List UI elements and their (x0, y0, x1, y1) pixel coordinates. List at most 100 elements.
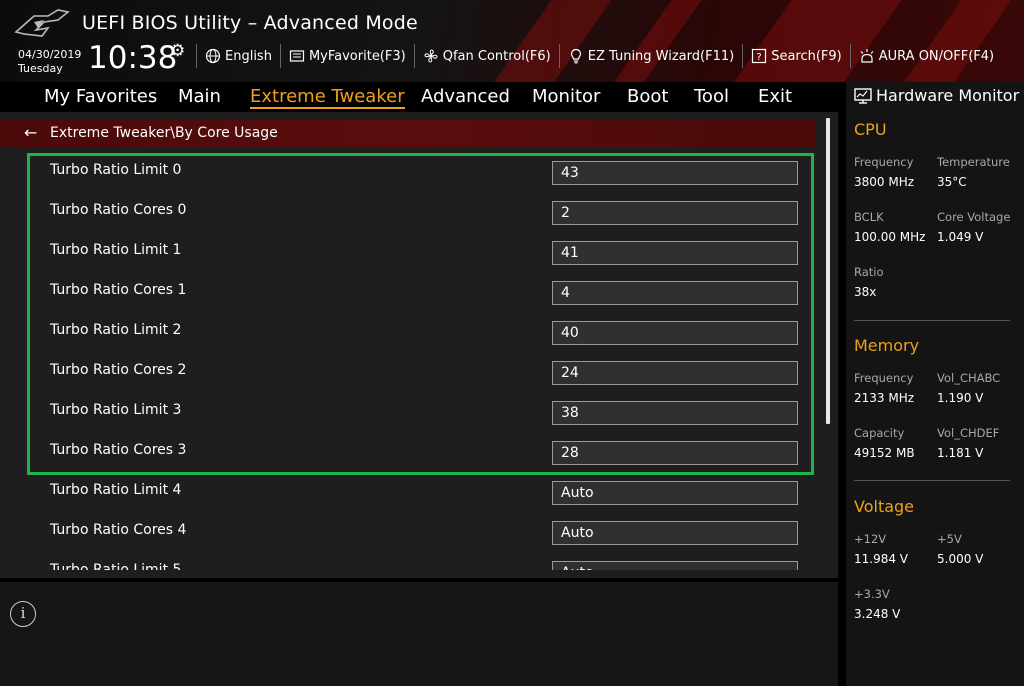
setting-row[interactable]: Turbo Ratio Cores 4 Auto (0, 512, 838, 552)
tab-exit[interactable]: Exit (758, 86, 792, 107)
voltage-12v-value: 11.984 V (854, 552, 909, 566)
aura-label: AURA ON/OFF(F4) (878, 48, 995, 64)
setting-row[interactable]: Turbo Ratio Limit 1 41 (0, 232, 838, 272)
setting-value-field[interactable]: Auto (552, 481, 798, 505)
cpu-ratio-value: 38x (854, 285, 877, 299)
setting-value-field[interactable]: 2 (552, 201, 798, 225)
settings-list: Turbo Ratio Limit 0 43 Turbo Ratio Cores… (0, 152, 838, 570)
setting-label: Turbo Ratio Limit 4 (50, 482, 182, 498)
lightbulb-icon (568, 48, 584, 64)
memory-vol-chabc-value: 1.190 V (937, 391, 984, 405)
tab-extreme-tweaker[interactable]: Extreme Tweaker (250, 86, 405, 109)
cpu-frequency-value: 3800 MHz (854, 175, 915, 189)
tab-monitor[interactable]: Monitor (532, 86, 600, 107)
voltage-3v3-label: +3.3V (854, 587, 890, 601)
memory-vol-chdef-label: Vol_CHDEF (937, 426, 1000, 440)
setting-row[interactable]: Turbo Ratio Cores 1 4 (0, 272, 838, 312)
header-bar: UEFI BIOS Utility – Advanced Mode 04/30/… (0, 0, 1024, 82)
setting-row[interactable]: Turbo Ratio Cores 0 2 (0, 192, 838, 232)
hardware-monitor-title: Hardware Monitor (854, 86, 1019, 105)
cpu-temperature-value: 35°C (937, 175, 967, 189)
monitor-icon (854, 87, 872, 104)
setting-label: Turbo Ratio Limit 5 (50, 562, 182, 570)
help-panel: i (0, 578, 838, 686)
memory-heading: Memory (854, 336, 920, 355)
date-display: 04/30/2019 Tuesday (18, 48, 81, 76)
cpu-ratio-label: Ratio (854, 265, 884, 279)
cpu-bclk-label: BCLK (854, 210, 884, 224)
header-toolbar: English MyFavorite(F3) Qfan Control(F6) … (196, 44, 1002, 68)
setting-row[interactable]: Turbo Ratio Limit 2 40 (0, 312, 838, 352)
info-icon: i (10, 601, 36, 627)
date-text: 04/30/2019 (18, 48, 82, 61)
tab-main[interactable]: Main (178, 86, 221, 107)
app-title: UEFI BIOS Utility – Advanced Mode (82, 12, 418, 34)
voltage-12v-label: +12V (854, 532, 887, 546)
memory-vol-chdef-value: 1.181 V (937, 446, 984, 460)
setting-value-field[interactable]: 43 (552, 161, 798, 185)
language-label: English (225, 48, 272, 64)
cpu-core-voltage-value: 1.049 V (937, 230, 984, 244)
tab-boot[interactable]: Boot (627, 86, 668, 107)
setting-row[interactable]: Turbo Ratio Limit 0 43 (0, 152, 838, 192)
setting-label: Turbo Ratio Cores 0 (50, 202, 187, 218)
voltage-5v-value: 5.000 V (937, 552, 984, 566)
setting-row[interactable]: Turbo Ratio Cores 2 24 (0, 352, 838, 392)
search-button[interactable]: ? Search(F9) (742, 44, 850, 68)
breadcrumb: Extreme Tweaker\By Core Usage (50, 125, 278, 141)
main-nav: My Favorites Main Extreme Tweaker Advanc… (0, 82, 838, 112)
globe-icon (205, 48, 221, 64)
cpu-bclk-value: 100.00 MHz (854, 230, 926, 244)
rog-logo-icon (14, 9, 70, 37)
settings-panel: ← Extreme Tweaker\By Core Usage Turbo Ra… (0, 112, 838, 578)
setting-value-field[interactable]: 24 (552, 361, 798, 385)
setting-value-field[interactable]: 41 (552, 241, 798, 265)
ez-tuning-wizard-button[interactable]: EZ Tuning Wizard(F11) (558, 44, 742, 68)
setting-value-field[interactable]: 4 (552, 281, 798, 305)
tab-advanced[interactable]: Advanced (421, 86, 510, 107)
tab-tool[interactable]: Tool (694, 86, 729, 107)
aura-light-icon (859, 48, 875, 64)
setting-value-field[interactable]: Auto (552, 561, 798, 570)
setting-row[interactable]: Turbo Ratio Cores 3 28 (0, 432, 838, 472)
setting-label: Turbo Ratio Cores 1 (50, 282, 187, 298)
setting-label: Turbo Ratio Limit 1 (50, 242, 182, 258)
voltage-heading: Voltage (854, 497, 915, 516)
setting-row[interactable]: Turbo Ratio Limit 5 Auto (0, 552, 838, 570)
language-button[interactable]: English (196, 44, 280, 68)
clock-display: 10:38 (88, 40, 178, 76)
my-favorite-button[interactable]: MyFavorite(F3) (279, 44, 414, 68)
qfan-control-label: Qfan Control(F6) (442, 48, 551, 64)
qfan-control-button[interactable]: Qfan Control(F6) (413, 44, 559, 68)
memory-vol-chabc-label: Vol_CHABC (937, 371, 1001, 385)
ez-tuning-wizard-label: EZ Tuning Wizard(F11) (587, 48, 735, 64)
setting-value-field[interactable]: 40 (552, 321, 798, 345)
cpu-frequency-label: Frequency (854, 155, 914, 169)
search-label: Search(F9) (771, 48, 842, 64)
setting-value-field[interactable]: 38 (552, 401, 798, 425)
gear-icon[interactable]: ⚙ (170, 41, 185, 61)
aura-toggle-button[interactable]: AURA ON/OFF(F4) (849, 44, 1002, 68)
cpu-heading: CPU (854, 120, 887, 139)
setting-label: Turbo Ratio Limit 3 (50, 402, 182, 418)
hardware-monitor-panel: Hardware Monitor CPU Frequency 3800 MHz … (844, 82, 1024, 686)
setting-row[interactable]: Turbo Ratio Limit 3 38 (0, 392, 838, 432)
back-arrow-icon[interactable]: ← (24, 123, 37, 142)
memory-capacity-value: 49152 MB (854, 446, 915, 460)
tab-my-favorites[interactable]: My Favorites (44, 86, 157, 107)
setting-label: Turbo Ratio Limit 0 (50, 162, 182, 178)
section-divider (854, 480, 1010, 481)
setting-row[interactable]: Turbo Ratio Limit 4 Auto (0, 472, 838, 512)
voltage-3v3-value: 3.248 V (854, 607, 901, 621)
setting-label: Turbo Ratio Cores 3 (50, 442, 187, 458)
cpu-core-voltage-label: Core Voltage (937, 210, 1011, 224)
svg-text:?: ? (757, 52, 762, 63)
memory-capacity-label: Capacity (854, 426, 905, 440)
memory-frequency-label: Frequency (854, 371, 914, 385)
setting-value-field[interactable]: Auto (552, 521, 798, 545)
cpu-temperature-label: Temperature (937, 155, 1010, 169)
fan-icon (423, 48, 439, 64)
hardware-monitor-title-text: Hardware Monitor (876, 86, 1020, 105)
setting-value-field[interactable]: 28 (552, 441, 798, 465)
setting-label: Turbo Ratio Cores 2 (50, 362, 187, 378)
